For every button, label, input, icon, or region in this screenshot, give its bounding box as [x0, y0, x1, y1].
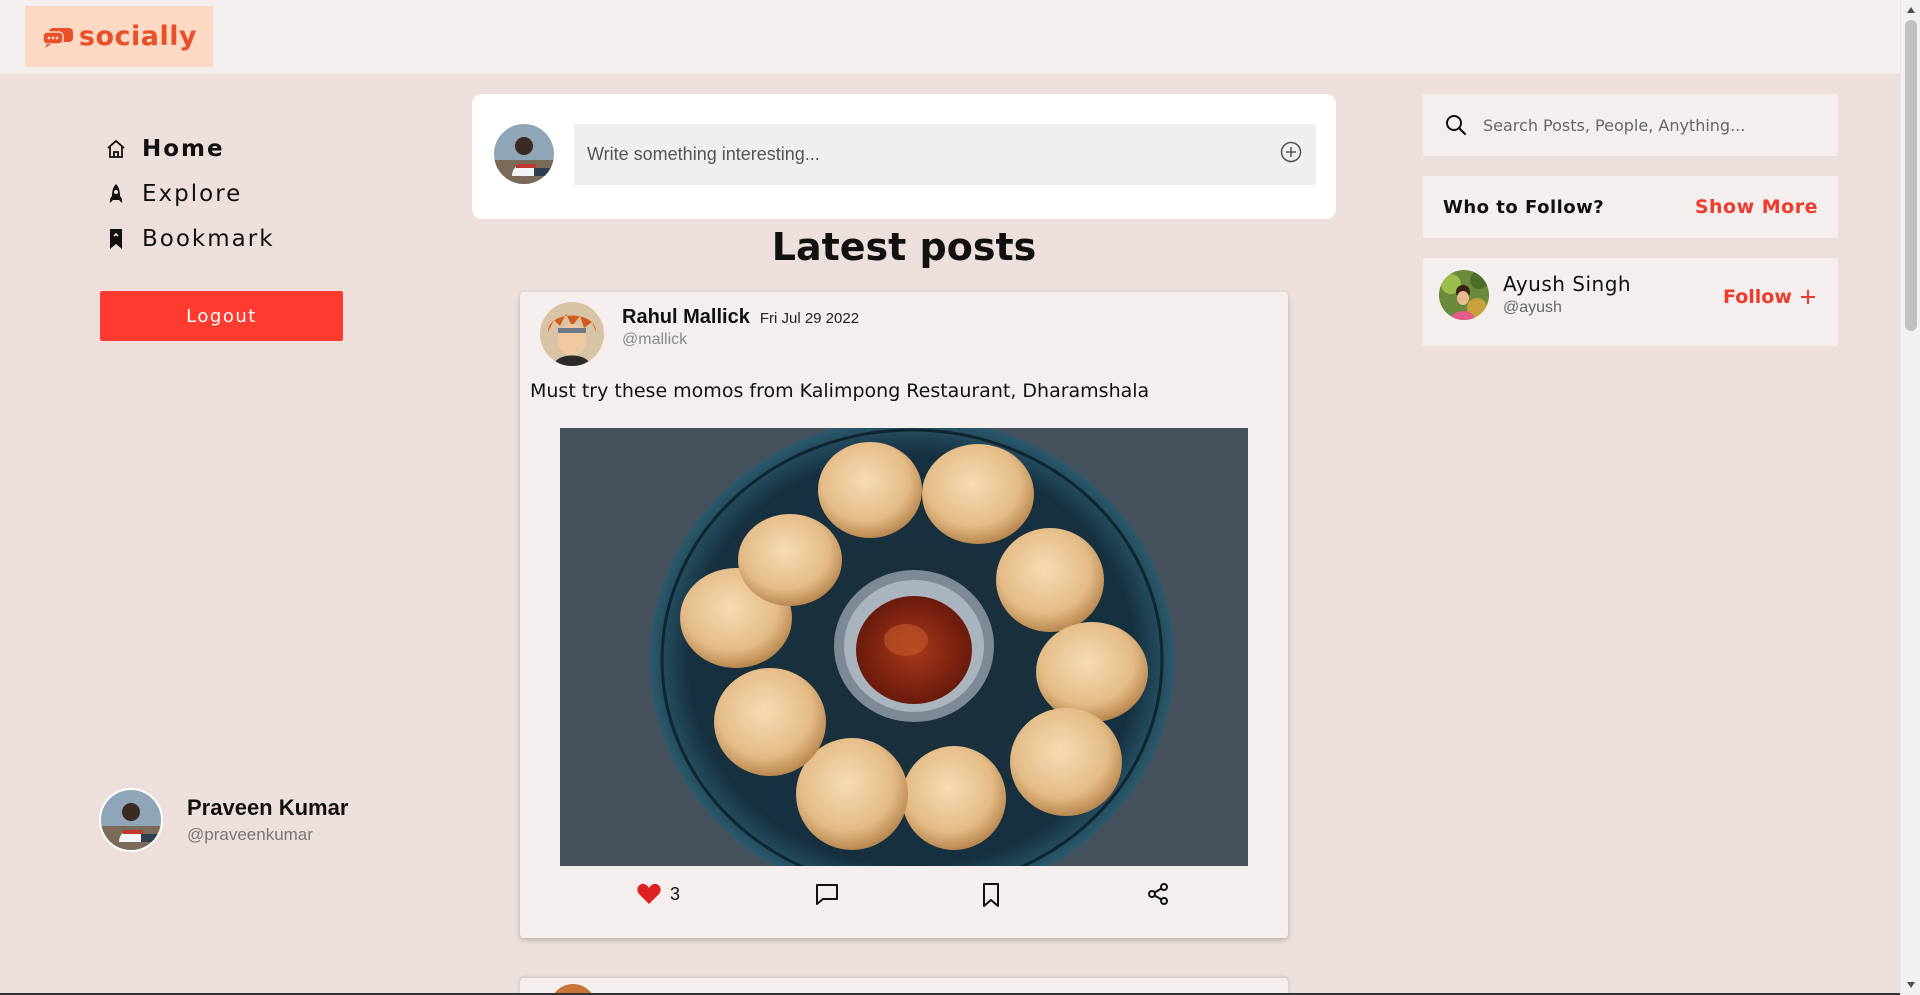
bookmark-icon — [110, 228, 122, 249]
scroll-down-arrow-icon[interactable] — [1901, 977, 1920, 993]
search-input[interactable] — [1483, 115, 1823, 135]
suggestion-name[interactable]: Ayush Singh — [1503, 272, 1631, 296]
avatar[interactable] — [492, 122, 556, 186]
momos-photo — [560, 418, 1248, 902]
post-composer — [472, 94, 1336, 219]
avatar[interactable] — [1439, 270, 1489, 320]
home-icon — [107, 139, 125, 158]
post-card: Rahul Mallick Fri Jul 29 2022 @mallick M… — [520, 292, 1288, 938]
bookmark-outline-icon — [983, 883, 999, 907]
author-photo — [540, 302, 604, 366]
brand-name: socially — [78, 21, 198, 52]
heart-filled-icon — [637, 883, 661, 904]
post-actions: 3 — [520, 882, 1288, 922]
current-user-name: Praveen Kumar — [187, 795, 349, 820]
share-icon — [1148, 883, 1168, 905]
suggestion-handle: @ayush — [1503, 299, 1562, 316]
post-composer-input[interactable] — [574, 124, 1316, 185]
chat-bubble-logo-icon — [42, 27, 73, 48]
sidebar-item-bookmark[interactable]: Bookmark — [104, 216, 275, 261]
sidebar-item-label: Bookmark — [142, 225, 275, 252]
rocket-icon — [110, 183, 122, 203]
avatar[interactable] — [99, 788, 163, 852]
sidebar-item-explore[interactable]: Explore — [104, 171, 275, 216]
page-scrollbar[interactable] — [1900, 0, 1920, 995]
logout-button[interactable]: Logout — [100, 291, 343, 341]
comment-icon — [816, 884, 838, 905]
post-author: Rahul Mallick Fri Jul 29 2022 — [622, 306, 859, 329]
like-count: 3 — [670, 883, 681, 904]
logo[interactable]: socially — [25, 6, 213, 67]
follow-suggestion: Ayush Singh @ayush Follow — [1423, 258, 1838, 346]
like-button[interactable]: 3 — [636, 882, 680, 906]
avatar[interactable] — [540, 302, 604, 366]
post-author-name[interactable]: Rahul Mallick — [622, 306, 750, 329]
search-icon — [1446, 115, 1467, 136]
comment-button[interactable] — [814, 882, 840, 906]
share-button[interactable] — [1146, 882, 1170, 906]
follow-button[interactable]: Follow — [1723, 286, 1816, 308]
top-bar: socially — [0, 0, 1900, 74]
plus-icon — [1800, 290, 1815, 304]
current-user-card[interactable]: Praveen Kumar @praveenkumar — [99, 788, 348, 852]
post-text: Must try these momos from Kalimpong Rest… — [530, 380, 1150, 402]
show-more-link[interactable]: Show More — [1695, 196, 1818, 218]
scroll-up-arrow-icon[interactable] — [1901, 2, 1920, 18]
user-photo — [494, 124, 554, 184]
add-circle-icon[interactable] — [1280, 141, 1302, 163]
suggestion-photo — [1439, 270, 1489, 320]
post-image[interactable] — [560, 418, 1248, 902]
feed-title: Latest posts — [771, 225, 1037, 269]
follow-label: Follow — [1723, 286, 1792, 308]
user-photo — [101, 790, 161, 850]
search-box[interactable] — [1423, 94, 1838, 156]
post-author-handle: @mallick — [622, 331, 688, 348]
sidebar-item-home[interactable]: Home — [104, 126, 275, 171]
sidebar-item-label: Explore — [142, 180, 243, 207]
sidebar-nav: Home Explore Bookmark — [104, 126, 275, 261]
scrollbar-thumb[interactable] — [1905, 20, 1917, 331]
who-to-follow-header: Who to Follow? Show More — [1423, 176, 1838, 238]
current-user-handle: @praveenkumar — [187, 825, 313, 844]
post-date: Fri Jul 29 2022 — [759, 310, 860, 327]
bookmark-post-button[interactable] — [980, 882, 1002, 908]
sidebar-item-label: Home — [142, 135, 225, 162]
who-to-follow-title: Who to Follow? — [1443, 196, 1605, 218]
